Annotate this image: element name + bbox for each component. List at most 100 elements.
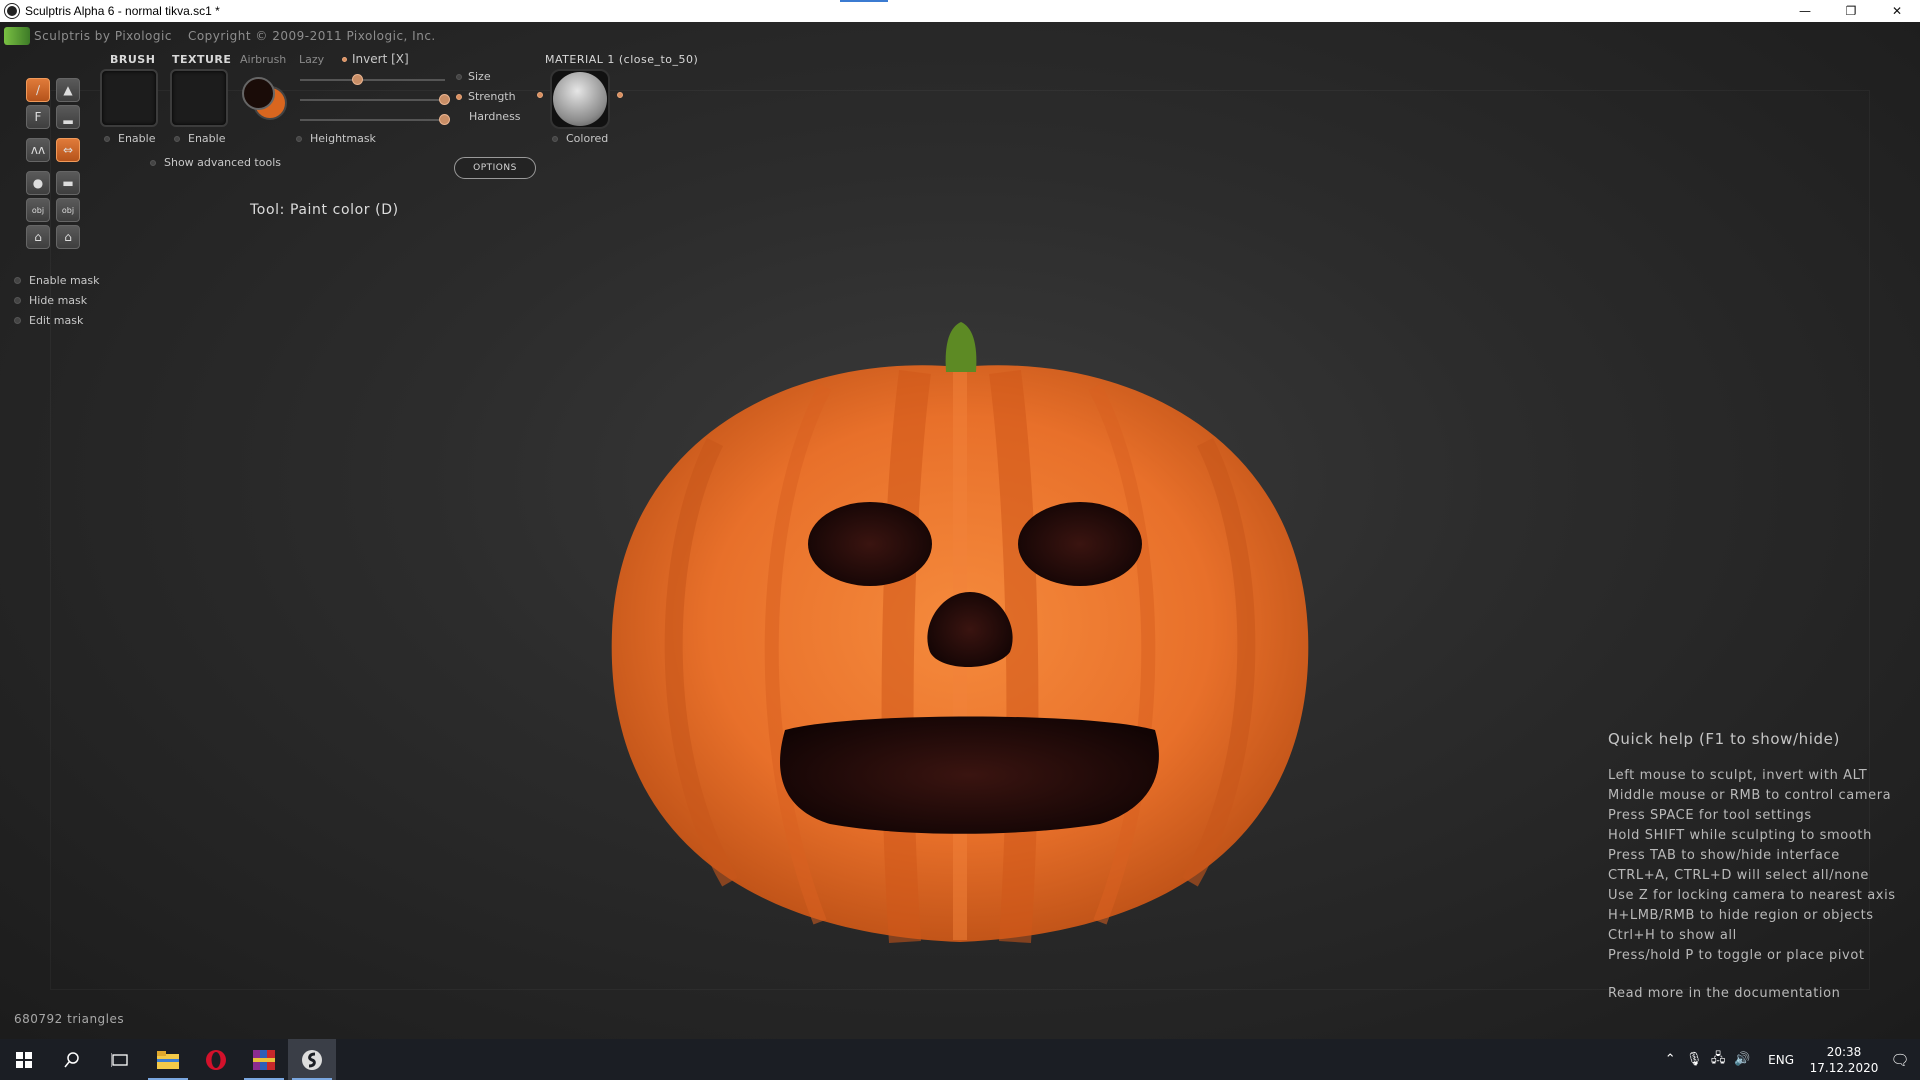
show-advanced-radio[interactable]	[150, 159, 156, 166]
strength-slider-track[interactable]	[300, 99, 445, 101]
clock-time: 20:38	[1826, 1044, 1862, 1059]
taskbar-winrar[interactable]	[240, 1039, 288, 1080]
taskbar-clock[interactable]: 20:38 17.12.2020	[1808, 1044, 1880, 1076]
plane-tool-icon[interactable]: ▬	[56, 171, 80, 195]
edit-mask-toggle[interactable]: Edit mask	[14, 314, 83, 327]
symmetry-tool-icon[interactable]: ⇔	[56, 138, 80, 162]
close-button[interactable]: ✕	[1874, 0, 1920, 22]
clock-date: 17.12.2020	[1809, 1060, 1879, 1075]
pumpkin-mouth	[780, 716, 1159, 834]
language-indicator[interactable]: ENG	[1768, 1053, 1794, 1067]
microphone-icon[interactable]: 🎙	[1682, 1052, 1706, 1067]
brush-enable-label: Enable	[118, 132, 156, 145]
lazy-option[interactable]: Lazy	[299, 53, 324, 66]
flatten-tool-icon[interactable]: F	[26, 105, 50, 129]
inflate-tool-icon[interactable]: ▲	[56, 78, 80, 102]
texture-enable-toggle[interactable]: Enable	[174, 132, 225, 145]
quick-help-panel: Quick help (F1 to show/hide) Left mouse …	[1608, 730, 1896, 1001]
pinch-tool-icon[interactable]: ʌʌ	[26, 138, 50, 162]
airbrush-option[interactable]: Airbrush	[240, 53, 286, 66]
heightmask-label: Heightmask	[310, 132, 376, 145]
network-icon[interactable]: 🖧	[1706, 1049, 1730, 1071]
enable-mask-label: Enable mask	[29, 274, 100, 287]
open-file-icon[interactable]: ⌂	[26, 225, 50, 249]
enable-mask-toggle[interactable]: Enable mask	[14, 274, 100, 287]
search-button[interactable]	[48, 1039, 96, 1080]
quick-help-line: Use Z for locking camera to nearest axis	[1608, 888, 1896, 903]
hide-mask-radio[interactable]	[14, 297, 21, 304]
triangle-count: 680792 triangles	[14, 1012, 125, 1026]
opera-icon	[206, 1049, 226, 1070]
material-next-arrow[interactable]	[617, 92, 623, 98]
pumpkin-stripe	[881, 370, 931, 944]
invert-radio[interactable]	[342, 56, 347, 62]
strength-label: Strength	[468, 90, 516, 103]
strength-option[interactable]: Strength	[456, 90, 516, 103]
notification-center-icon[interactable]: 🗨	[1880, 1051, 1920, 1069]
start-button[interactable]	[0, 1039, 48, 1080]
colored-radio[interactable]	[552, 135, 558, 142]
enable-mask-radio[interactable]	[14, 277, 21, 284]
windows-logo-icon	[16, 1051, 32, 1068]
primary-color-swatch[interactable]	[242, 77, 275, 110]
winrar-icon	[253, 1049, 275, 1070]
app-name: Sculptris by Pixologic	[34, 29, 172, 43]
hardness-slider-track[interactable]	[300, 119, 445, 121]
export-obj-icon[interactable]: obj	[56, 198, 80, 222]
colored-label: Colored	[566, 132, 609, 145]
folder-icon	[157, 1050, 179, 1069]
hardness-slider-knob[interactable]	[439, 114, 450, 125]
size-slider-knob[interactable]	[352, 74, 363, 85]
size-radio[interactable]	[456, 73, 462, 80]
invert-toggle[interactable]: Invert [X]	[342, 52, 409, 66]
taskbar-sculptris[interactable]	[288, 1039, 336, 1080]
brush-enable-toggle[interactable]: Enable	[104, 132, 155, 145]
brush-enable-radio[interactable]	[104, 135, 110, 142]
draw-tool-icon[interactable]: ∕	[26, 78, 50, 102]
pixologic-logo-icon	[4, 27, 30, 45]
sculptris-icon	[302, 1049, 322, 1070]
strength-radio[interactable]	[456, 93, 462, 100]
save-file-icon[interactable]: ⌂	[56, 225, 80, 249]
texture-slot[interactable]	[170, 69, 228, 127]
texture-heading: TEXTURE	[172, 53, 232, 66]
crease-tool-icon[interactable]: ▂	[56, 105, 80, 129]
size-option[interactable]: Size	[456, 70, 491, 83]
size-label: Size	[468, 70, 491, 83]
sphere-tool-icon[interactable]: ●	[26, 171, 50, 195]
taskbar-file-explorer[interactable]	[144, 1039, 192, 1080]
heightmask-toggle[interactable]: Heightmask	[296, 132, 376, 145]
heightmask-radio[interactable]	[296, 135, 302, 142]
material-prev-arrow[interactable]	[537, 92, 543, 98]
invert-label: Invert [X]	[352, 52, 409, 66]
pumpkin-left-eye	[808, 502, 932, 586]
volume-icon[interactable]: 🔊	[1730, 1052, 1754, 1067]
size-slider-track[interactable]	[300, 79, 445, 81]
brush-heading: BRUSH	[110, 53, 156, 66]
options-button[interactable]: OPTIONS	[454, 157, 536, 179]
maximize-button[interactable]: ❐	[1828, 0, 1874, 22]
hide-mask-toggle[interactable]: Hide mask	[14, 294, 87, 307]
quick-help-list: Left mouse to sculpt, invert with ALT Mid…	[1608, 766, 1896, 966]
texture-enable-radio[interactable]	[174, 135, 180, 142]
quick-help-line: H+LMB/RMB to hide region or objects	[1608, 908, 1874, 923]
minimize-button[interactable]: —	[1782, 0, 1828, 22]
show-hidden-icons-button[interactable]: ⌃	[1658, 1052, 1682, 1067]
window-controls: — ❐ ✕	[1782, 0, 1920, 22]
show-advanced-toggle[interactable]: Show advanced tools	[150, 156, 281, 169]
sculpt-viewport[interactable]: Sculptris by Pixologic Copyright © 2009-…	[0, 22, 1920, 1039]
pumpkin-model[interactable]	[600, 292, 1320, 962]
quick-help-line: CTRL+A, CTRL+D will select all/none	[1608, 868, 1870, 883]
colored-toggle[interactable]: Colored	[552, 132, 608, 145]
import-obj-icon[interactable]: obj	[26, 198, 50, 222]
material-preview[interactable]	[550, 69, 610, 129]
edit-mask-radio[interactable]	[14, 317, 21, 324]
documentation-link[interactable]: Read more in the documentation	[1608, 986, 1896, 1001]
material-heading: MATERIAL 1 (close_to_50)	[545, 53, 699, 66]
current-tool-label: Tool: Paint color (D)	[250, 202, 399, 218]
brush-alpha-slot[interactable]	[100, 69, 158, 127]
task-view-icon	[111, 1052, 128, 1067]
taskbar-opera[interactable]	[192, 1039, 240, 1080]
task-view-button[interactable]	[96, 1039, 144, 1080]
strength-slider-knob[interactable]	[439, 94, 450, 105]
